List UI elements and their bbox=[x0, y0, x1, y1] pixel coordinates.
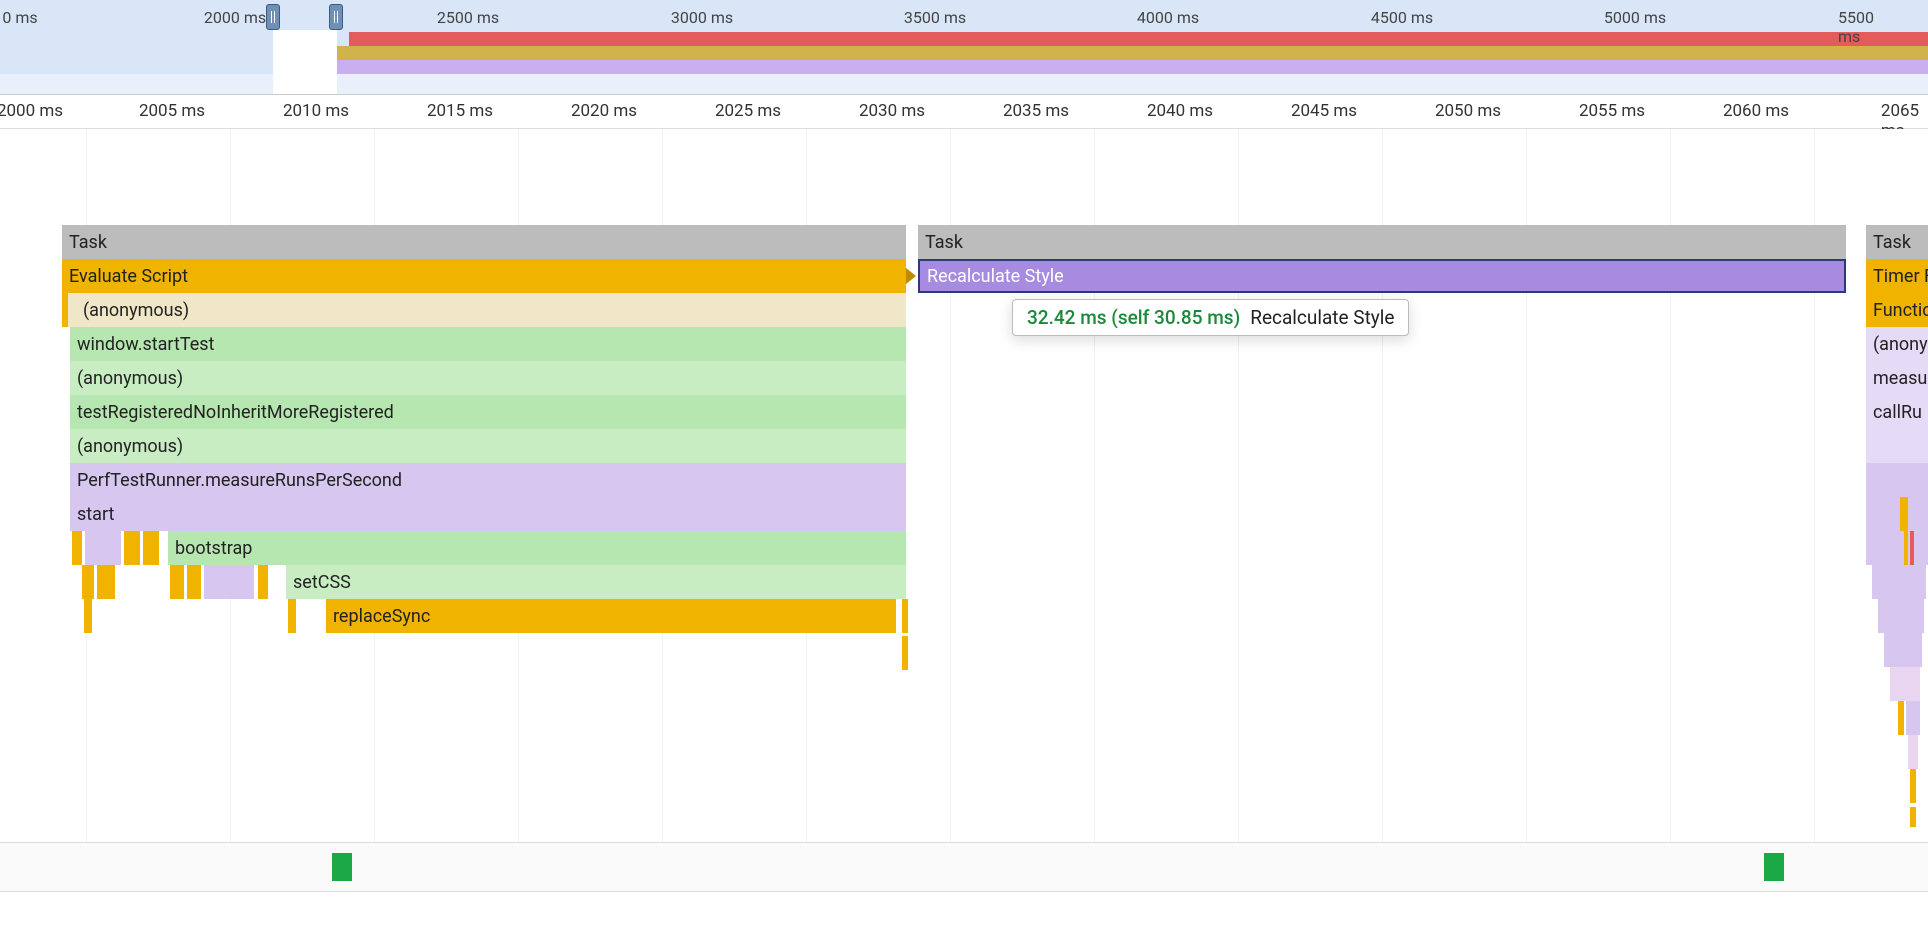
overview-tick: 5500 ms bbox=[1838, 8, 1898, 46]
ruler-tick: 2035 ms bbox=[1003, 101, 1069, 121]
flame-slot[interactable] bbox=[1906, 701, 1920, 735]
flame-anon-outer[interactable]: (anonymous) bbox=[62, 293, 906, 327]
flame-slot[interactable] bbox=[1866, 463, 1928, 497]
flame-chip[interactable] bbox=[1898, 701, 1904, 735]
flame-sliver bbox=[62, 293, 68, 327]
ruler-tick: 2025 ms bbox=[715, 101, 781, 121]
overview-selection bbox=[273, 30, 337, 94]
flame-slot[interactable] bbox=[1908, 735, 1918, 769]
flame-slot[interactable] bbox=[1866, 429, 1928, 463]
ruler-tick: 2030 ms bbox=[859, 101, 925, 121]
ruler-tick: 2010 ms bbox=[283, 101, 349, 121]
flame-chip[interactable] bbox=[72, 531, 82, 565]
flame-replacesync[interactable]: replaceSync bbox=[326, 599, 896, 633]
overview-tick: 0 ms bbox=[2, 8, 37, 27]
flame-timer-fired[interactable]: Timer F bbox=[1866, 259, 1928, 293]
tooltip-time: 32.42 ms (self 30.85 ms) bbox=[1027, 306, 1240, 329]
overview-timeline[interactable]: 0 ms 2000 ms 2500 ms 3000 ms 3500 ms 400… bbox=[0, 0, 1928, 95]
flame-function-call[interactable]: Functio bbox=[1866, 293, 1928, 327]
flame-measure[interactable]: measu bbox=[1866, 361, 1928, 395]
flame-chip[interactable] bbox=[82, 565, 94, 599]
flame-chip[interactable] bbox=[97, 565, 115, 599]
overview-handle-left[interactable] bbox=[266, 4, 280, 30]
overview-handle-right[interactable] bbox=[329, 4, 343, 30]
flame-anon-c[interactable]: (anony bbox=[1866, 327, 1928, 361]
ruler-tick: 2055 ms bbox=[1579, 101, 1645, 121]
flame-perf-runner[interactable]: PerfTestRunner.measureRunsPerSecond bbox=[70, 463, 906, 497]
time-ruler[interactable]: 2000 ms 2005 ms 2010 ms 2015 ms 2020 ms … bbox=[0, 95, 1928, 129]
overview-tick: 5000 ms bbox=[1604, 8, 1666, 27]
overview-tick: 4500 ms bbox=[1371, 8, 1433, 27]
ruler-tick: 2000 ms bbox=[0, 101, 63, 121]
marker-green[interactable] bbox=[1764, 853, 1784, 881]
flame-recalculate-style[interactable]: Recalculate Style bbox=[918, 259, 1846, 293]
ruler-tick: 2050 ms bbox=[1435, 101, 1501, 121]
flame-setcss[interactable]: setCSS bbox=[286, 565, 906, 599]
flame-chip-red[interactable] bbox=[1910, 531, 1914, 565]
flame-start-test[interactable]: window.startTest bbox=[70, 327, 906, 361]
flame-slot[interactable] bbox=[1872, 565, 1926, 599]
overview-tick: 2000 ms bbox=[204, 8, 266, 27]
flame-anon-2[interactable]: (anonymous) bbox=[70, 361, 906, 395]
flame-evaluate-script[interactable]: Evaluate Script bbox=[62, 259, 906, 293]
flame-callrunner[interactable]: callRu bbox=[1866, 395, 1928, 429]
flame-chip[interactable] bbox=[124, 531, 140, 565]
flame-task-a[interactable]: Task bbox=[62, 225, 906, 259]
flame-chip[interactable] bbox=[1900, 497, 1908, 531]
flame-task-c[interactable]: Task bbox=[1866, 225, 1928, 259]
marker-green[interactable] bbox=[332, 853, 352, 881]
flame-chip[interactable] bbox=[288, 599, 296, 633]
tooltip-name: Recalculate Style bbox=[1250, 306, 1394, 329]
overview-stripe-red bbox=[349, 32, 1928, 46]
flame-slot[interactable] bbox=[1890, 667, 1920, 701]
flame-slot[interactable] bbox=[1866, 531, 1928, 565]
flame-chip[interactable] bbox=[204, 565, 254, 599]
overview-tick: 3000 ms bbox=[671, 8, 733, 27]
flame-chip[interactable] bbox=[187, 565, 201, 599]
overview-tick: 3500 ms bbox=[904, 8, 966, 27]
flame-chip[interactable] bbox=[902, 599, 908, 633]
flame-task-b[interactable]: Task bbox=[918, 225, 1846, 259]
flame-chip[interactable] bbox=[1910, 807, 1916, 827]
flame-anon-label: (anonymous) bbox=[83, 300, 189, 321]
ruler-tick: 2045 ms bbox=[1291, 101, 1357, 121]
ruler-tick: 2040 ms bbox=[1147, 101, 1213, 121]
ruler-tick: 2005 ms bbox=[139, 101, 205, 121]
flame-slot[interactable] bbox=[1878, 599, 1924, 633]
flame-chip[interactable] bbox=[258, 565, 268, 599]
flame-chip[interactable] bbox=[1904, 531, 1908, 565]
ruler-tick: 2015 ms bbox=[427, 101, 493, 121]
flame-anon-3[interactable]: (anonymous) bbox=[70, 429, 906, 463]
overview-tick: 2500 ms bbox=[437, 8, 499, 27]
flame-slot[interactable] bbox=[1884, 633, 1922, 667]
ruler-tick: 2020 ms bbox=[571, 101, 637, 121]
overview-stripe-gold bbox=[335, 46, 1928, 60]
flame-chart[interactable]: Task Evaluate Script (anonymous) window.… bbox=[0, 129, 1928, 844]
ruler-tick: 2060 ms bbox=[1723, 101, 1789, 121]
flame-chip[interactable] bbox=[85, 531, 121, 565]
flame-tooltip: 32.42 ms (self 30.85 ms) Recalculate Sty… bbox=[1012, 299, 1409, 336]
flame-chip[interactable] bbox=[170, 565, 184, 599]
flame-bootstrap[interactable]: bootstrap bbox=[168, 531, 906, 565]
overview-stripe-purple bbox=[330, 60, 1928, 74]
overview-tick: 4000 ms bbox=[1137, 8, 1199, 27]
flame-chip[interactable] bbox=[143, 531, 159, 565]
flame-chip[interactable] bbox=[84, 599, 92, 633]
flame-chip[interactable] bbox=[1910, 769, 1916, 803]
bottom-strip bbox=[0, 842, 1928, 892]
overflow-indicator-icon bbox=[906, 268, 916, 284]
flame-slot[interactable] bbox=[1866, 497, 1928, 531]
flame-chip[interactable] bbox=[902, 636, 908, 670]
flame-start[interactable]: start bbox=[70, 497, 906, 531]
flame-test-registered[interactable]: testRegisteredNoInheritMoreRegistered bbox=[70, 395, 906, 429]
